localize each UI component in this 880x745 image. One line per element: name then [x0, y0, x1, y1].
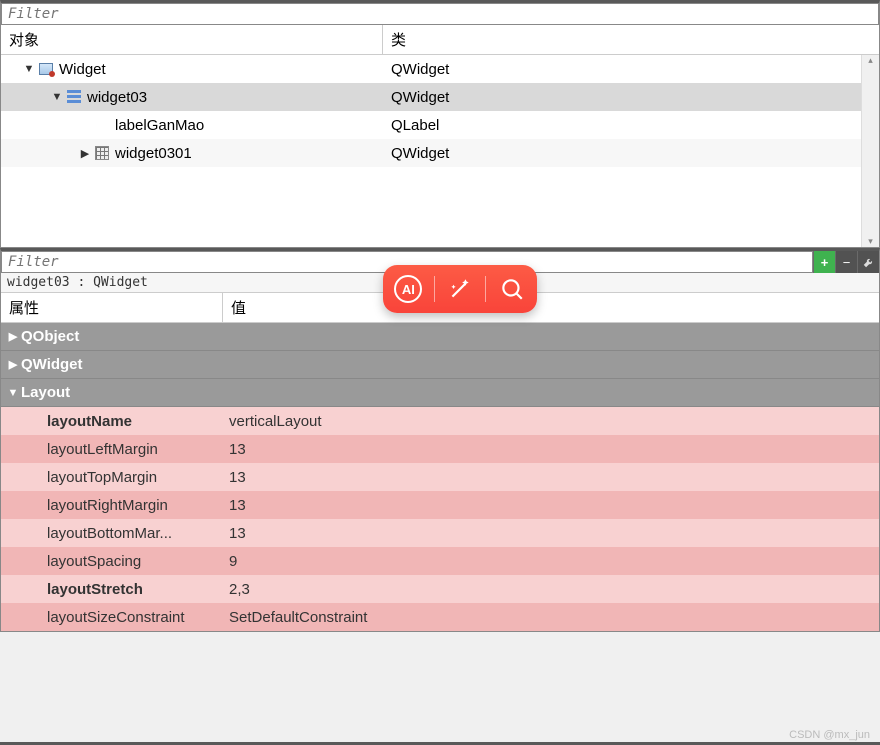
chevron-down-icon[interactable]: ▼: [49, 91, 65, 103]
wrench-icon: [862, 255, 876, 269]
floating-toolbar[interactable]: AI: [383, 265, 537, 313]
property-body: ▶ QObject ▶ QWidget ▼ Layout layoutName …: [1, 323, 879, 631]
property-value[interactable]: 13: [223, 519, 879, 547]
tree-row[interactable]: ▼ widget03 QWidget: [1, 83, 879, 111]
object-tree-header: 对象 类: [1, 25, 879, 55]
widget-icon: [37, 60, 55, 78]
property-row[interactable]: layoutTopMargin 13: [1, 463, 879, 491]
tree-row[interactable]: ▶ labelGanMao QLabel: [1, 111, 879, 139]
layout-icon: [65, 88, 83, 106]
remove-property-button[interactable]: −: [835, 251, 857, 273]
property-name: layoutSpacing: [47, 553, 141, 570]
property-value[interactable]: 13: [223, 491, 879, 519]
object-filter-input[interactable]: [1, 3, 879, 25]
tree-row[interactable]: ▼ Widget QWidget: [1, 55, 879, 83]
ai-icon: AI: [394, 275, 422, 303]
property-row[interactable]: layoutName verticalLayout: [1, 407, 879, 435]
blank-icon: [93, 116, 111, 134]
tree-row[interactable]: ▶ widget0301 QWidget: [1, 139, 879, 167]
watermark: CSDN @mx_jun: [789, 729, 870, 741]
object-tree[interactable]: ▼ Widget QWidget ▼ widget03 QWidget ▶ la…: [1, 55, 879, 247]
property-row[interactable]: layoutStretch 2,3: [1, 575, 879, 603]
value-column-header[interactable]: 值: [223, 293, 879, 322]
property-name: layoutTopMargin: [47, 469, 157, 486]
object-name: labelGanMao: [115, 117, 204, 134]
property-row[interactable]: layoutRightMargin 13: [1, 491, 879, 519]
property-row[interactable]: layoutBottomMar... 13: [1, 519, 879, 547]
grid-icon: [93, 144, 111, 162]
group-label: QWidget: [21, 356, 83, 373]
property-name: layoutName: [47, 413, 132, 430]
magic-wand-icon: [447, 276, 473, 302]
scroll-up-icon[interactable]: ▴: [868, 55, 873, 66]
property-value[interactable]: SetDefaultConstraint: [223, 603, 879, 631]
property-toolbar: + −: [813, 251, 879, 273]
property-value[interactable]: 9: [223, 547, 879, 575]
property-name: layoutLeftMargin: [47, 441, 158, 458]
chevron-down-icon[interactable]: ▼: [21, 63, 37, 75]
search-button[interactable]: [495, 272, 529, 306]
object-class: QWidget: [383, 139, 879, 167]
property-name: layoutSizeConstraint: [47, 609, 185, 626]
property-value[interactable]: 2,3: [223, 575, 879, 603]
property-group-qwidget[interactable]: ▶ QWidget: [1, 351, 879, 379]
property-row[interactable]: layoutSpacing 9: [1, 547, 879, 575]
property-column-header[interactable]: 属性: [1, 293, 223, 322]
object-name: Widget: [59, 61, 106, 78]
property-name: layoutRightMargin: [47, 497, 168, 514]
configure-button[interactable]: [857, 251, 879, 273]
toolbar-separator: [434, 276, 435, 302]
chevron-down-icon[interactable]: ▼: [5, 387, 21, 399]
search-icon: [499, 276, 525, 302]
property-name: layoutBottomMar...: [47, 525, 172, 542]
group-label: Layout: [21, 384, 70, 401]
class-column-header[interactable]: 类: [383, 25, 879, 54]
property-value[interactable]: 13: [223, 463, 879, 491]
object-class: QLabel: [383, 111, 879, 139]
object-name: widget03: [87, 89, 147, 106]
object-class: QWidget: [383, 83, 879, 111]
object-class: QWidget: [383, 55, 879, 83]
ai-button[interactable]: AI: [391, 272, 425, 306]
property-name: layoutStretch: [47, 581, 143, 598]
group-label: QObject: [21, 328, 79, 345]
property-row[interactable]: layoutSizeConstraint SetDefaultConstrain…: [1, 603, 879, 631]
object-name: widget0301: [115, 145, 192, 162]
chevron-right-icon[interactable]: ▶: [5, 330, 21, 343]
property-value[interactable]: verticalLayout: [223, 407, 879, 435]
property-group-qobject[interactable]: ▶ QObject: [1, 323, 879, 351]
object-inspector-panel: 对象 类 ▼ Widget QWidget ▼ widget03 QWidget…: [0, 0, 880, 248]
chevron-right-icon[interactable]: ▶: [77, 147, 93, 160]
property-value[interactable]: 13: [223, 435, 879, 463]
scroll-down-icon[interactable]: ▾: [868, 236, 873, 247]
chevron-right-icon[interactable]: ▶: [5, 358, 21, 371]
toolbar-separator: [485, 276, 486, 302]
add-property-button[interactable]: +: [813, 251, 835, 273]
property-row[interactable]: layoutLeftMargin 13: [1, 435, 879, 463]
property-group-layout[interactable]: ▼ Layout: [1, 379, 879, 407]
vertical-scrollbar[interactable]: ▴ ▾: [861, 55, 879, 247]
object-column-header[interactable]: 对象: [1, 25, 383, 54]
magic-wand-button[interactable]: [443, 272, 477, 306]
